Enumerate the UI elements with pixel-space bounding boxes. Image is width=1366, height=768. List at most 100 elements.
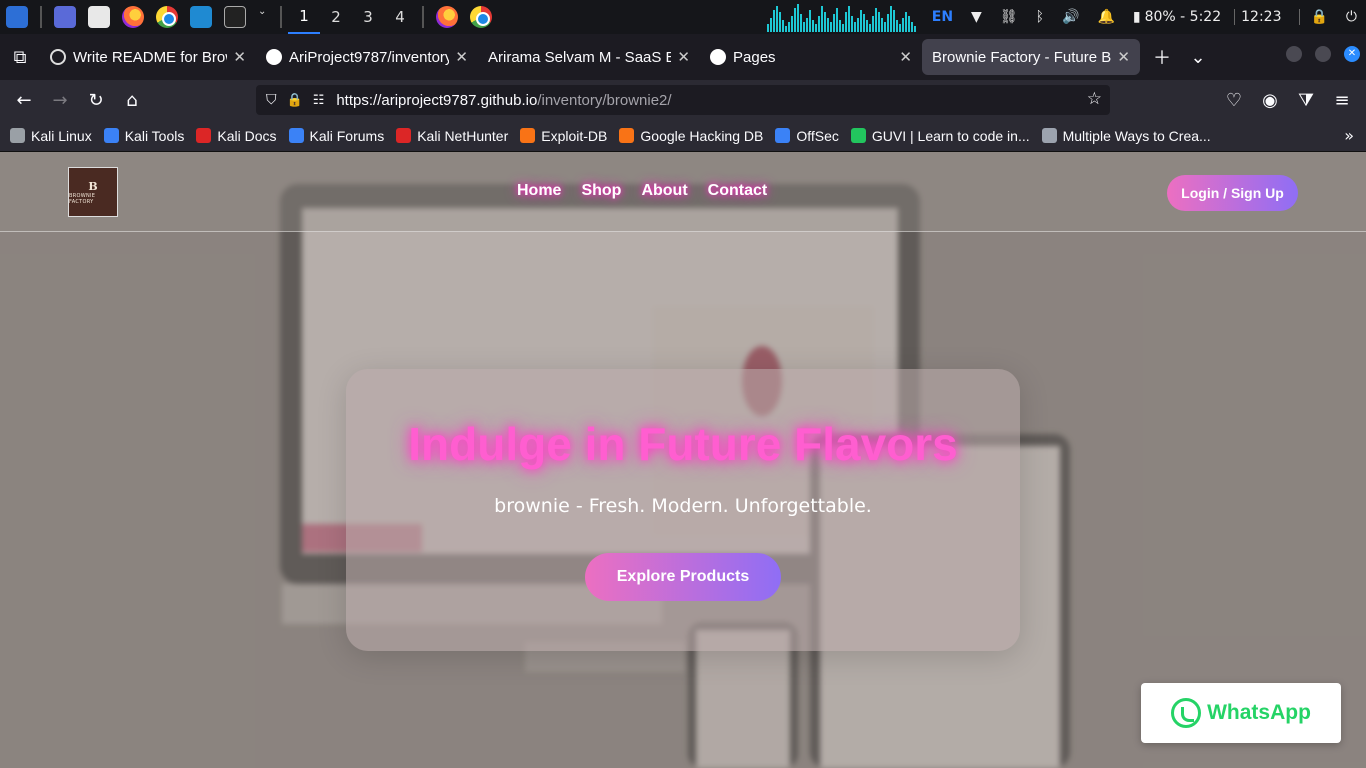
tab-pages[interactable]: Pages ✕ bbox=[700, 39, 922, 75]
new-tab-icon[interactable]: ＋ bbox=[1144, 41, 1180, 73]
battery-status[interactable]: ▮ 80% - 5:22 bbox=[1133, 9, 1221, 25]
forward-arrow-icon[interactable]: → bbox=[42, 84, 78, 116]
kali-menu-icon[interactable] bbox=[6, 6, 28, 28]
terminal-icon[interactable] bbox=[224, 6, 246, 28]
bookmark-kali-tools[interactable]: Kali Tools bbox=[103, 127, 185, 144]
close-window-icon[interactable]: ✕ bbox=[1344, 46, 1360, 62]
volume-icon[interactable]: 🔊 bbox=[1062, 9, 1079, 25]
power-icon[interactable]: ⏻ bbox=[1346, 9, 1357, 25]
brand-logo[interactable]: B BROWNIE FACTORY bbox=[68, 167, 118, 217]
cpu-graph bbox=[766, 2, 917, 32]
bookmark-label: Kali Docs bbox=[217, 127, 277, 144]
bookmark-label: Multiple Ways to Crea... bbox=[1062, 127, 1211, 144]
lock-icon[interactable]: 🔒 bbox=[1299, 9, 1328, 25]
bookmark-kali-nethunter[interactable]: Kali NetHunter bbox=[396, 128, 508, 144]
nav-link-home[interactable]: Home bbox=[517, 182, 561, 200]
home-icon[interactable]: ⌂ bbox=[114, 84, 150, 116]
minimize-icon[interactable] bbox=[1286, 46, 1302, 62]
url-path: /inventory/brownie2/ bbox=[537, 91, 672, 109]
nav-link-shop[interactable]: Shop bbox=[581, 182, 621, 200]
close-icon[interactable]: ✕ bbox=[233, 48, 246, 66]
bookmark-kali-linux[interactable]: Kali Linux bbox=[10, 128, 92, 144]
tab-label: Brownie Factory - Future Bak bbox=[932, 48, 1112, 66]
hero-subtitle: brownie - Fresh. Modern. Unforgettable. bbox=[494, 495, 872, 517]
pocket-icon[interactable]: ♡ bbox=[1216, 84, 1252, 116]
shield-icon[interactable]: ⛉ bbox=[266, 92, 277, 108]
bookmark-offsec[interactable]: OffSec bbox=[775, 128, 839, 144]
firefox-launcher-icon[interactable] bbox=[122, 6, 144, 28]
tab-label: Pages bbox=[733, 48, 776, 66]
explore-products-button[interactable]: Explore Products bbox=[585, 553, 781, 601]
bookmark-star-icon[interactable]: ☆ bbox=[1087, 89, 1102, 109]
bookmark-multiple-ways[interactable]: Multiple Ways to Crea... bbox=[1041, 127, 1211, 144]
guvi-icon bbox=[850, 128, 866, 143]
more-bookmarks-chevron-icon[interactable]: » bbox=[1344, 126, 1354, 145]
login-signup-button[interactable]: Login / Sign Up bbox=[1167, 175, 1298, 211]
bookmark-kali-docs[interactable]: Kali Docs bbox=[196, 127, 277, 144]
chrome-launcher-icon[interactable] bbox=[156, 6, 178, 28]
notification-bell-icon[interactable]: 🔔 bbox=[1097, 9, 1114, 25]
url-text[interactable]: https://ariproject9787.github.io/invento… bbox=[336, 92, 671, 109]
logo-text: BROWNIE FACTORY bbox=[69, 192, 96, 205]
site-nav: Home Shop About Contact bbox=[517, 182, 787, 200]
back-arrow-icon[interactable]: ← bbox=[6, 84, 42, 116]
workspace-3[interactable]: 3 bbox=[352, 0, 384, 34]
battery-icon: ▮ bbox=[1132, 9, 1141, 25]
tab-brownie-factory[interactable]: Brownie Factory - Future Bak ✕ bbox=[922, 39, 1140, 75]
keyboard-layout[interactable]: EN bbox=[932, 9, 953, 25]
kali-icon bbox=[10, 128, 25, 143]
vpn-link-icon[interactable]: ⛓ bbox=[1000, 9, 1018, 25]
whatsapp-label: WhatsApp bbox=[1207, 701, 1311, 724]
close-icon[interactable]: ✕ bbox=[1117, 48, 1130, 66]
bookmark-label: Kali Forums bbox=[309, 127, 385, 144]
close-icon[interactable]: ✕ bbox=[455, 48, 468, 66]
account-icon[interactable]: ◉ bbox=[1252, 84, 1288, 116]
url-bar[interactable]: ⛉ 🔒 ☷ https://ariproject9787.github.io/i… bbox=[256, 85, 1110, 115]
tab-readme[interactable]: Write README for Brownie ✕ bbox=[40, 39, 256, 75]
nav-link-contact[interactable]: Contact bbox=[708, 182, 768, 200]
workspace-1[interactable]: 1 bbox=[288, 0, 320, 34]
nav-link-about[interactable]: About bbox=[641, 182, 687, 200]
close-icon[interactable]: ✕ bbox=[899, 48, 912, 66]
padlock-icon[interactable]: 🔒 bbox=[287, 93, 303, 108]
tab-saas-bill[interactable]: Arirama Selvam M - SaaS Bill ✕ bbox=[478, 39, 700, 75]
bookmark-guvi[interactable]: GUVI | Learn to code in... bbox=[850, 128, 1030, 144]
taskbar-separator bbox=[422, 6, 424, 28]
launcher-dropdown-icon[interactable]: ⌄ bbox=[258, 6, 268, 28]
window-controls: ✕ bbox=[1273, 46, 1360, 62]
maximize-icon[interactable] bbox=[1315, 46, 1331, 62]
workspace-2[interactable]: 2 bbox=[320, 0, 352, 34]
clock[interactable]: 12:23 bbox=[1234, 9, 1281, 25]
chrome-window-icon[interactable] bbox=[470, 6, 492, 28]
bluetooth-icon[interactable]: ᛒ bbox=[1036, 9, 1044, 25]
close-icon[interactable]: ✕ bbox=[677, 48, 690, 66]
tab-overview-icon[interactable]: ⧉ bbox=[0, 41, 40, 73]
offsec-icon bbox=[775, 128, 791, 143]
logo-mark: B bbox=[88, 179, 98, 193]
menu-icon[interactable]: ≡ bbox=[1324, 84, 1360, 116]
wifi-icon[interactable]: ▼ bbox=[971, 9, 982, 25]
browser-nav-bar: ← → ↻ ⌂ ⛉ 🔒 ☷ https://ariproject9787.git… bbox=[0, 80, 1366, 120]
bookmark-label: Exploit-DB bbox=[541, 127, 608, 144]
bookmark-exploit-db[interactable]: Exploit-DB bbox=[520, 128, 607, 144]
whatsapp-button[interactable]: WhatsApp bbox=[1141, 683, 1341, 743]
bookmark-label: Kali Tools bbox=[124, 127, 185, 144]
os-taskbar: ⌄ 1 2 3 4 EN ▼ ⛓ ᛒ 🔊 🔔 ▮ 80% - 5:22 12:23… bbox=[0, 0, 1366, 34]
browser-tab-bar: ⧉ Write README for Brownie ✕ AriProject9… bbox=[0, 34, 1366, 80]
terminal-launcher-icon[interactable] bbox=[54, 6, 76, 28]
permissions-icon[interactable]: ☷ bbox=[313, 93, 325, 108]
file-manager-icon[interactable] bbox=[88, 6, 110, 28]
vscode-launcher-icon[interactable] bbox=[190, 6, 212, 28]
whatsapp-icon bbox=[1171, 698, 1202, 728]
workspace-4[interactable]: 4 bbox=[384, 0, 416, 34]
taskbar-separator bbox=[280, 6, 282, 28]
tab-label: AriProject9787/inventory bbox=[289, 48, 450, 66]
extensions-icon[interactable]: ⧩ bbox=[1288, 84, 1324, 116]
reload-icon[interactable]: ↻ bbox=[78, 84, 114, 116]
ghdb-icon bbox=[619, 128, 635, 143]
bookmark-kali-forums[interactable]: Kali Forums bbox=[288, 127, 385, 144]
firefox-window-icon[interactable] bbox=[436, 6, 458, 28]
tab-github-inventory[interactable]: AriProject9787/inventory ✕ bbox=[256, 39, 478, 75]
list-tabs-icon[interactable]: ⌄ bbox=[1180, 41, 1216, 73]
bookmark-google-hacking-db[interactable]: Google Hacking DB bbox=[619, 128, 763, 144]
